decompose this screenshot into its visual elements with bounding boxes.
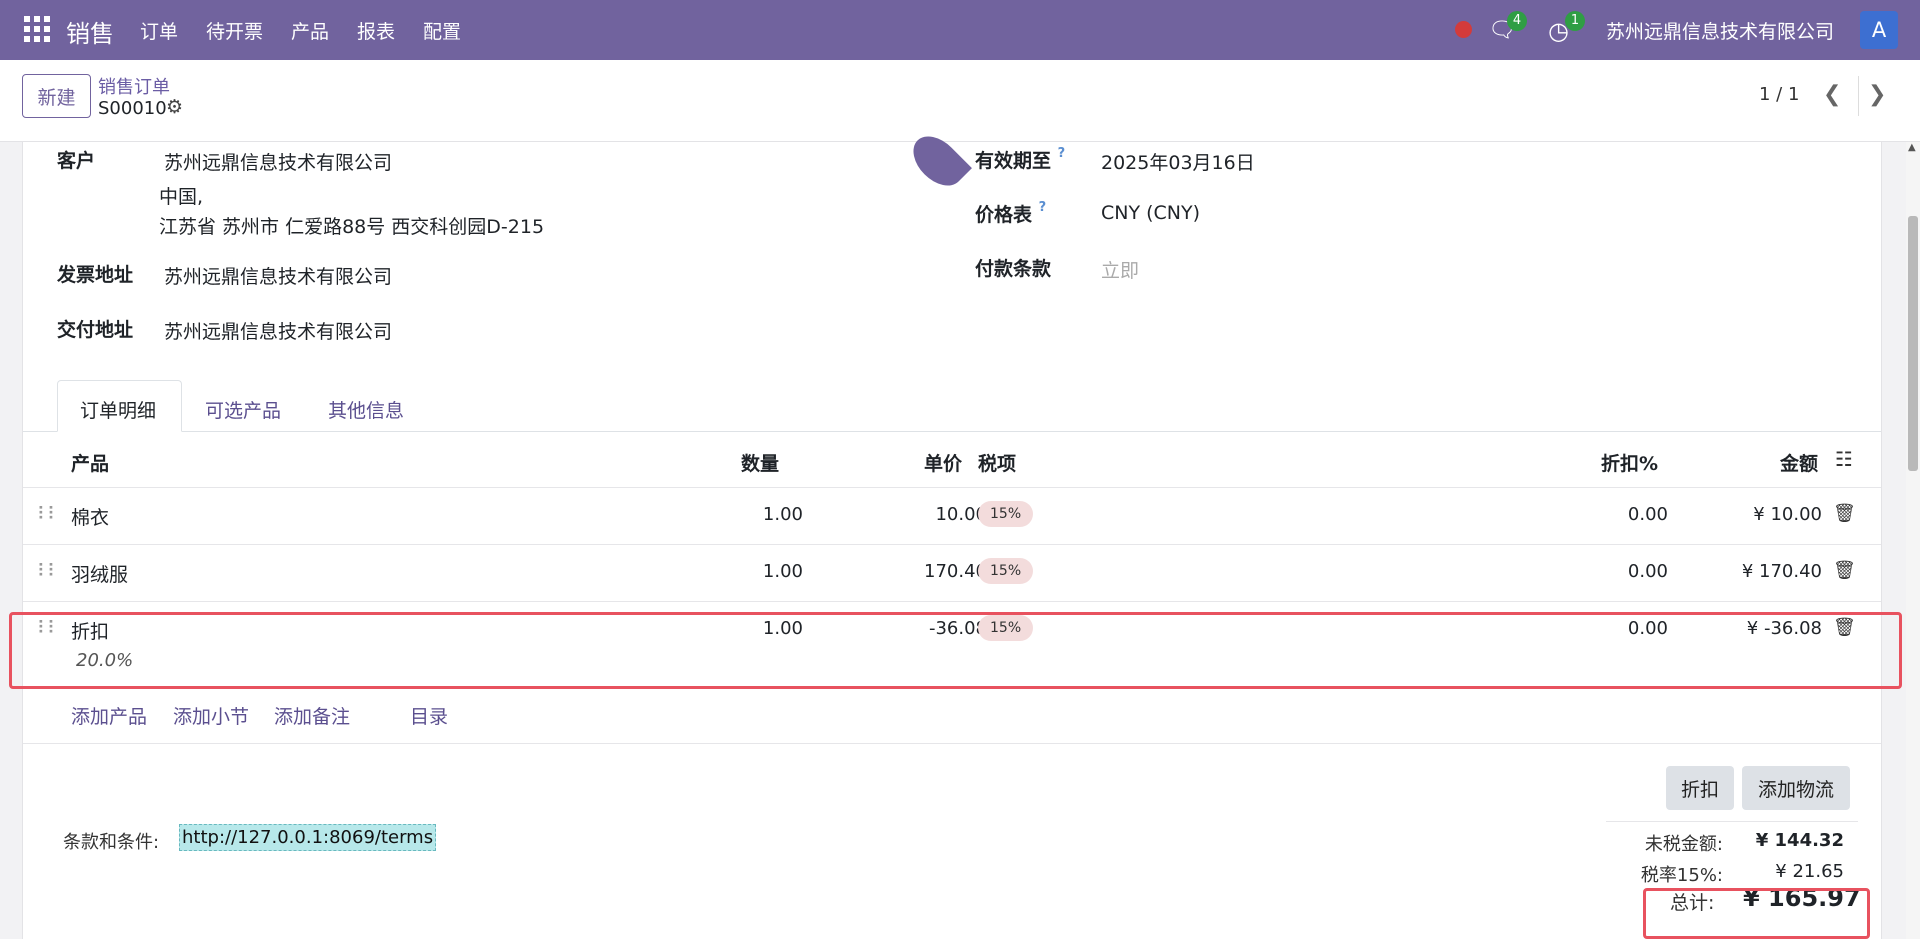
tab-other-info[interactable]: 其他信息 xyxy=(328,396,404,423)
new-button[interactable]: 新建 xyxy=(22,74,91,118)
untaxed-amount-value: ¥ 144.32 xyxy=(1755,830,1844,851)
activity-badge: 1 xyxy=(1565,11,1585,31)
add-shipping-button[interactable]: 添加物流 xyxy=(1742,766,1850,810)
line-unit-price[interactable]: 10.00 xyxy=(837,504,987,525)
customer-label: 客户 xyxy=(57,150,96,172)
line-product[interactable]: 棉衣 xyxy=(71,503,109,530)
column-header-amount[interactable]: 金额 xyxy=(1780,449,1818,476)
highlight-discount-row xyxy=(9,612,1902,689)
delivery-address-field[interactable]: 苏州远鼎信息技术有限公司 xyxy=(164,317,392,344)
tax-tag[interactable]: 15% xyxy=(978,501,1034,527)
column-header-unit-price[interactable]: 单价 xyxy=(924,449,962,476)
line-unit-price[interactable]: 170.40 xyxy=(837,561,987,582)
top-navbar: 销售 订单 待开票 产品 报表 配置 🗨 4 ◷ 1 苏州远鼎信息技术有限公司 … xyxy=(0,0,1920,60)
line-quantity[interactable]: 1.00 xyxy=(703,504,803,525)
pricelist-field[interactable]: CNY (CNY) xyxy=(1101,202,1200,224)
delete-line-icon[interactable]: 🗑 xyxy=(1833,560,1856,581)
invoice-address-field[interactable]: 苏州远鼎信息技术有限公司 xyxy=(164,262,392,289)
row-divider xyxy=(23,544,1881,545)
tab-optional-products[interactable]: 可选产品 xyxy=(205,396,281,423)
customer-address-line1: 中国, xyxy=(159,186,204,208)
customer-field[interactable]: 苏州远鼎信息技术有限公司 xyxy=(164,148,392,175)
totals-divider xyxy=(1606,821,1858,822)
delete-line-icon[interactable]: 🗑 xyxy=(1833,503,1856,524)
line-discount[interactable]: 0.00 xyxy=(1518,504,1668,525)
customer-address-line2: 江苏省 苏州市 仁爱路88号 西交科创园D-215 xyxy=(159,216,545,238)
pager-divider xyxy=(1858,76,1859,116)
expiry-date-field[interactable]: 2025年03月16日 xyxy=(1101,148,1255,175)
column-header-taxes[interactable]: 税项 xyxy=(978,449,1016,476)
apps-grid-icon[interactable] xyxy=(24,16,50,42)
chat-badge: 4 xyxy=(1507,11,1527,31)
add-section-link[interactable]: 添加小节 xyxy=(173,702,249,729)
line-amount: ¥ 170.40 xyxy=(1741,561,1822,582)
breadcrumb-parent[interactable]: 销售订单 xyxy=(98,73,170,99)
control-panel: 新建 销售订单 S00010 ⚙ 1 / 1 ❮ ❯ xyxy=(0,60,1920,142)
menu-products[interactable]: 产品 xyxy=(291,17,329,44)
company-switcher[interactable]: 苏州远鼎信息技术有限公司 xyxy=(1606,17,1834,44)
highlight-total xyxy=(1643,888,1870,939)
tax-tag[interactable]: 15% xyxy=(978,558,1034,584)
catalog-link[interactable]: 目录 xyxy=(410,702,448,729)
row-divider xyxy=(23,601,1881,602)
pricelist-label: 价格表 ? xyxy=(975,200,1047,226)
app-brand[interactable]: 销售 xyxy=(66,14,114,49)
line-product[interactable]: 羽绒服 xyxy=(71,560,128,587)
delivery-address-label: 交付地址 xyxy=(57,319,134,341)
tab-order-lines[interactable]: 订单明细 xyxy=(80,396,156,423)
menu-orders[interactable]: 订单 xyxy=(140,17,178,44)
payment-terms-field[interactable]: 立即 xyxy=(1101,256,1139,283)
scrollbar-thumb[interactable] xyxy=(1908,216,1918,471)
column-header-discount[interactable]: 折扣% xyxy=(1601,449,1658,476)
column-settings-icon[interactable]: ☷ xyxy=(1835,447,1853,471)
menu-to-invoice[interactable]: 待开票 xyxy=(206,17,263,44)
scroll-up-icon[interactable]: ▲ xyxy=(1908,142,1916,153)
menu-config[interactable]: 配置 xyxy=(423,17,461,44)
row-divider xyxy=(23,487,1881,488)
tax-value: ¥ 21.65 xyxy=(1775,861,1844,882)
avatar[interactable]: A xyxy=(1860,11,1898,49)
expiry-label: 有效期至 ? xyxy=(975,146,1066,172)
terms-label: 条款和条件: xyxy=(63,832,160,853)
invoice-address-label: 发票地址 xyxy=(57,264,134,286)
help-icon[interactable]: ? xyxy=(1039,200,1047,215)
help-icon[interactable]: ? xyxy=(1058,146,1066,161)
menu-reports[interactable]: 报表 xyxy=(357,17,395,44)
discount-button[interactable]: 折扣 xyxy=(1666,766,1734,810)
line-discount[interactable]: 0.00 xyxy=(1518,561,1668,582)
column-header-quantity[interactable]: 数量 xyxy=(741,449,779,476)
drag-handle-icon[interactable]: ⠇⠇ xyxy=(37,504,60,525)
row-divider xyxy=(23,743,1881,744)
tabs-divider xyxy=(23,431,1881,432)
terms-link[interactable]: http://127.0.0.1:8069/terms xyxy=(179,824,437,851)
add-note-link[interactable]: 添加备注 xyxy=(274,702,350,729)
gear-icon[interactable]: ⚙ xyxy=(166,96,183,118)
form-sheet: 客户 苏州远鼎信息技术有限公司 中国, 江苏省 苏州市 仁爱路88号 西交科创园… xyxy=(22,127,1882,939)
line-amount: ¥ 10.00 xyxy=(1753,504,1822,525)
pager-value[interactable]: 1 / 1 xyxy=(1759,84,1799,105)
column-header-product[interactable]: 产品 xyxy=(71,449,109,476)
line-quantity[interactable]: 1.00 xyxy=(703,561,803,582)
payment-terms-label: 付款条款 xyxy=(975,258,1052,280)
recording-dot-icon[interactable] xyxy=(1455,21,1472,38)
drag-handle-icon[interactable]: ⠇⠇ xyxy=(37,561,60,582)
add-product-link[interactable]: 添加产品 xyxy=(71,702,147,729)
pager-next-icon[interactable]: ❯ xyxy=(1868,82,1886,107)
record-name: S00010 xyxy=(98,98,167,119)
pager-previous-icon[interactable]: ❮ xyxy=(1823,82,1841,107)
